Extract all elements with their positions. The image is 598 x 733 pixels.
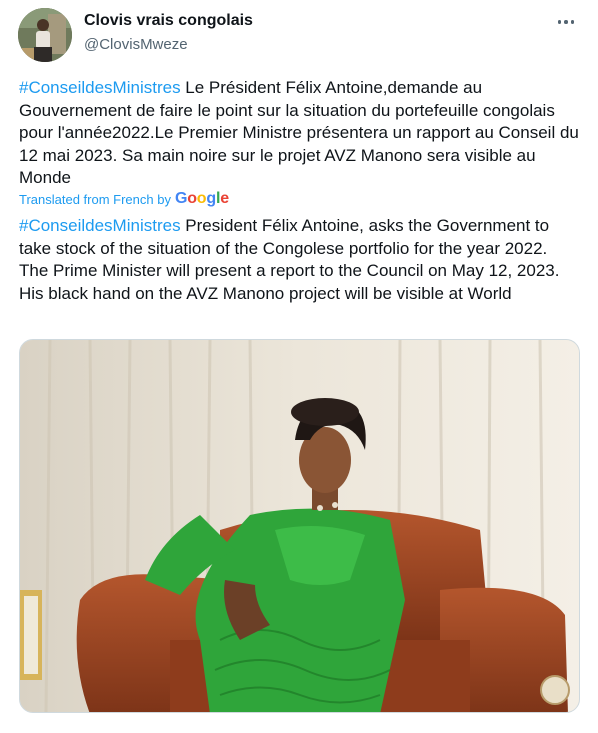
- photo-woman-in-armchair: [20, 340, 579, 712]
- tweet-original-text: #ConseildesMinistres Le Président Félix …: [19, 77, 579, 190]
- tweet-photo[interactable]: [19, 339, 580, 713]
- tweet: Clovis vrais congolais @ClovisMweze #Con…: [0, 0, 598, 733]
- translation-note-label: Translated from French by: [19, 191, 171, 207]
- tweet-translated-text: #ConseildesMinistres President Félix Ant…: [19, 215, 579, 305]
- more-dots-icon[interactable]: [554, 10, 578, 34]
- avatar-image: [18, 8, 72, 62]
- author-handle[interactable]: @ClovisMweze: [84, 36, 188, 53]
- translation-note[interactable]: Translated from French by Google: [19, 190, 229, 208]
- author-display-name[interactable]: Clovis vrais congolais: [84, 12, 253, 30]
- google-logo: Google: [174, 190, 229, 207]
- hashtag-link[interactable]: #ConseildesMinistres: [19, 78, 181, 97]
- avatar[interactable]: [18, 8, 72, 62]
- hashtag-link-translated[interactable]: #ConseildesMinistres: [19, 216, 181, 235]
